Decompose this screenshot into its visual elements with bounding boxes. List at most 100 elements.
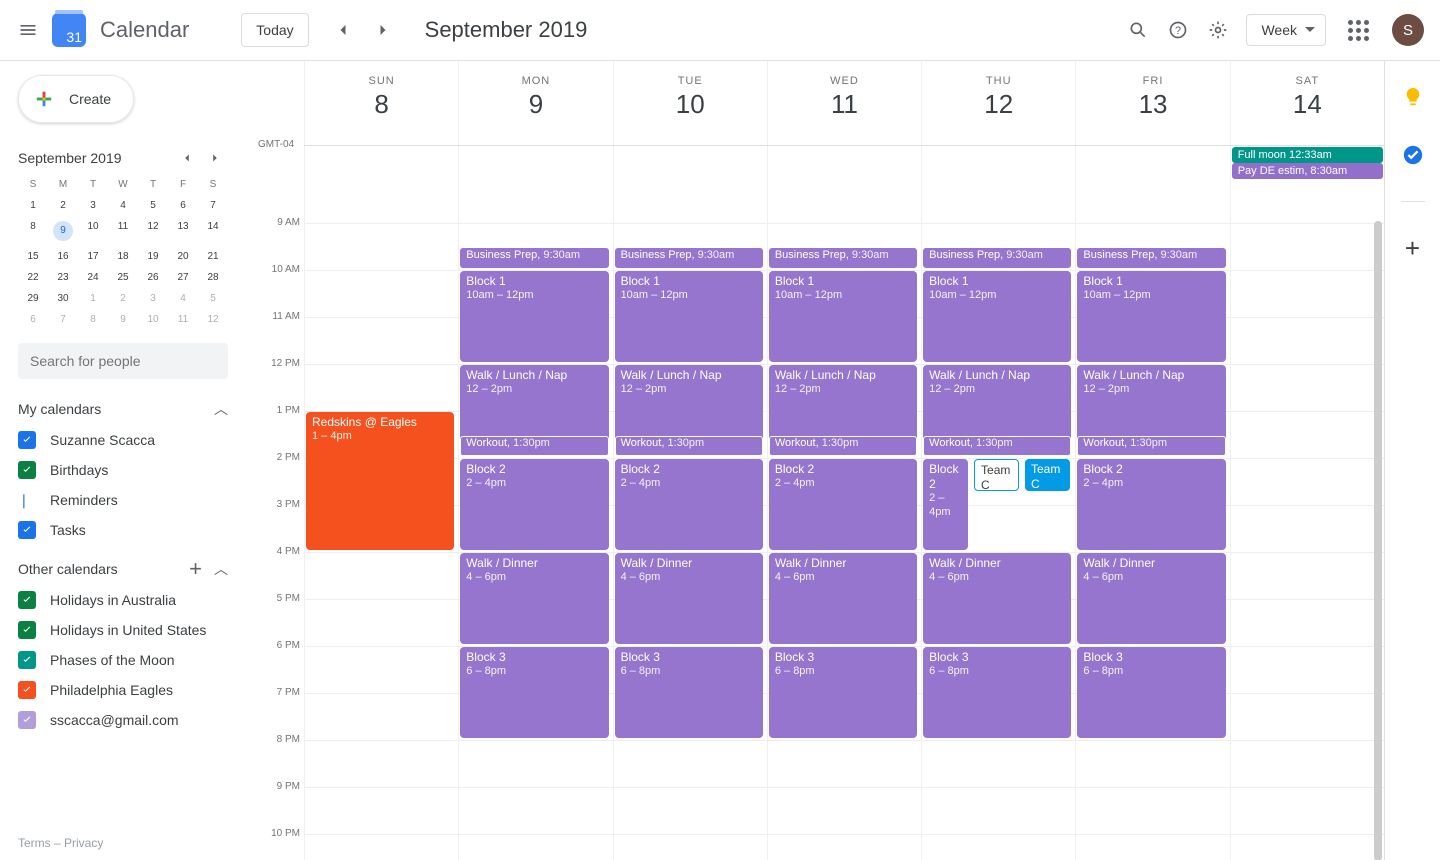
calendar-item[interactable]: Holidays in Australia xyxy=(18,591,228,609)
mini-day[interactable]: 23 xyxy=(48,272,78,283)
allday-cell[interactable] xyxy=(613,146,767,180)
footer-links[interactable]: Terms – Privacy xyxy=(18,822,228,850)
event[interactable]: Business Prep, 9:30am xyxy=(923,248,1071,269)
mini-day[interactable]: 2 xyxy=(108,293,138,304)
google-apps-button[interactable] xyxy=(1338,10,1378,50)
event[interactable]: Block 110am – 12pm xyxy=(615,271,763,362)
mini-day[interactable]: 26 xyxy=(138,272,168,283)
mini-day[interactable]: 7 xyxy=(198,200,228,211)
allday-cell[interactable] xyxy=(304,146,458,180)
calendar-item[interactable]: Tasks xyxy=(18,521,228,539)
mini-day[interactable]: 10 xyxy=(78,221,108,241)
mini-day[interactable]: 25 xyxy=(108,272,138,283)
mini-day[interactable]: 27 xyxy=(168,272,198,283)
my-calendars-toggle[interactable]: My calendars ︿ xyxy=(18,399,228,419)
week-scroll[interactable]: 12 AM1 AM2 AM3 AM4 AM5 AM6 AM7 AM8 AM9 A… xyxy=(248,180,1384,860)
other-calendars-toggle[interactable]: Other calendars + ︿ xyxy=(18,559,228,579)
event[interactable]: Block 36 – 8pm xyxy=(769,647,917,738)
account-avatar[interactable]: S xyxy=(1392,14,1424,46)
event[interactable]: Redskins @ Eagles1 – 4pm xyxy=(306,412,454,550)
allday-event[interactable]: Full moon 12:33am xyxy=(1232,147,1383,163)
event[interactable]: Block 110am – 12pm xyxy=(769,271,917,362)
mini-day[interactable]: 24 xyxy=(78,272,108,283)
mini-day[interactable]: 14 xyxy=(198,221,228,241)
mini-day[interactable]: 22 xyxy=(18,272,48,283)
mini-day[interactable]: 20 xyxy=(168,251,198,262)
event[interactable]: Walk / Dinner4 – 6pm xyxy=(769,553,917,644)
event[interactable]: Block 22 – 4pm xyxy=(923,459,968,550)
mini-day[interactable]: 6 xyxy=(18,314,48,325)
event[interactable]: Block 110am – 12pm xyxy=(923,271,1071,362)
today-button[interactable]: Today xyxy=(241,13,308,47)
mini-day[interactable]: 16 xyxy=(48,251,78,262)
mini-day[interactable]: 21 xyxy=(198,251,228,262)
mini-day[interactable]: 9 xyxy=(48,221,78,241)
allday-cell[interactable] xyxy=(1075,146,1229,180)
mini-day[interactable]: 4 xyxy=(108,200,138,211)
event[interactable]: Workout, 1:30pm xyxy=(460,436,608,457)
logo[interactable]: 31 Calendar xyxy=(52,13,189,47)
mini-prev-month[interactable] xyxy=(174,145,200,171)
mini-day[interactable]: 3 xyxy=(78,200,108,211)
mini-day[interactable]: 8 xyxy=(78,314,108,325)
mini-next-month[interactable] xyxy=(202,145,228,171)
prev-week-button[interactable] xyxy=(323,10,363,50)
view-selector[interactable]: Week xyxy=(1246,14,1326,46)
day-header[interactable]: WED11 xyxy=(767,61,921,145)
event[interactable]: Walk / Dinner4 – 6pm xyxy=(615,553,763,644)
allday-cell[interactable]: Full moon 12:33amPay DE estim, 8:30am xyxy=(1230,146,1384,180)
event[interactable]: Block 22 – 4pm xyxy=(1077,459,1225,550)
event[interactable]: Business Prep, 9:30am xyxy=(460,248,608,269)
allday-event[interactable]: Pay DE estim, 8:30am xyxy=(1232,163,1383,179)
mini-day[interactable]: 28 xyxy=(198,272,228,283)
mini-day[interactable]: 3 xyxy=(138,293,168,304)
calendar-item[interactable]: sscacca@gmail.com xyxy=(18,711,228,729)
mini-day[interactable]: 17 xyxy=(78,251,108,262)
event[interactable]: Workout, 1:30pm xyxy=(923,436,1071,457)
mini-day[interactable]: 4 xyxy=(168,293,198,304)
day-header[interactable]: SUN8 xyxy=(304,61,458,145)
event[interactable]: Walk / Dinner4 – 6pm xyxy=(1077,553,1225,644)
calendar-item[interactable]: Philadelphia Eagles xyxy=(18,681,228,699)
mini-day[interactable]: 9 xyxy=(108,314,138,325)
day-header[interactable]: FRI13 xyxy=(1075,61,1229,145)
add-addon-button[interactable]: + xyxy=(1393,228,1433,268)
mini-day[interactable]: 13 xyxy=(168,221,198,241)
allday-cell[interactable] xyxy=(921,146,1075,180)
mini-day[interactable]: 1 xyxy=(18,200,48,211)
event[interactable]: Team C2 – 2:5 xyxy=(1025,459,1070,491)
event[interactable]: Workout, 1:30pm xyxy=(769,436,917,457)
mini-calendar[interactable]: SMTWTFS123456789101112131415161718192021… xyxy=(18,179,228,325)
mini-day[interactable]: 15 xyxy=(18,251,48,262)
event[interactable]: Walk / Dinner4 – 6pm xyxy=(923,553,1071,644)
day-header[interactable]: SAT14 xyxy=(1230,61,1384,145)
mini-day[interactable]: 12 xyxy=(198,314,228,325)
mini-day[interactable]: 12 xyxy=(138,221,168,241)
mini-day[interactable]: 5 xyxy=(138,200,168,211)
event[interactable]: Block 110am – 12pm xyxy=(1077,271,1225,362)
calendar-item[interactable]: Phases of the Moon xyxy=(18,651,228,669)
mini-day[interactable]: 6 xyxy=(168,200,198,211)
mini-day[interactable]: 8 xyxy=(18,221,48,241)
keep-app-icon[interactable] xyxy=(1393,77,1433,117)
event[interactable]: Block 36 – 8pm xyxy=(460,647,608,738)
event[interactable]: Team C2 – 2:5 xyxy=(974,459,1019,491)
event[interactable]: Block 36 – 8pm xyxy=(615,647,763,738)
mini-day[interactable]: 19 xyxy=(138,251,168,262)
event[interactable]: Business Prep, 9:30am xyxy=(615,248,763,269)
allday-cell[interactable] xyxy=(458,146,612,180)
event[interactable]: Block 22 – 4pm xyxy=(460,459,608,550)
week-grid[interactable]: 12 AM1 AM2 AM3 AM4 AM5 AM6 AM7 AM8 AM9 A… xyxy=(304,180,1384,860)
mini-day[interactable]: 11 xyxy=(108,221,138,241)
mini-day[interactable]: 7 xyxy=(48,314,78,325)
event[interactable]: Business Prep, 9:30am xyxy=(769,248,917,269)
event[interactable]: Workout, 1:30pm xyxy=(1077,436,1225,457)
calendar-item[interactable]: Birthdays xyxy=(18,461,228,479)
tasks-app-icon[interactable] xyxy=(1393,135,1433,175)
event[interactable]: Block 22 – 4pm xyxy=(615,459,763,550)
event[interactable]: Block 36 – 8pm xyxy=(1077,647,1225,738)
mini-day[interactable]: 30 xyxy=(48,293,78,304)
help-button[interactable]: ? xyxy=(1158,10,1198,50)
menu-button[interactable] xyxy=(8,10,48,50)
event[interactable]: Walk / Dinner4 – 6pm xyxy=(460,553,608,644)
